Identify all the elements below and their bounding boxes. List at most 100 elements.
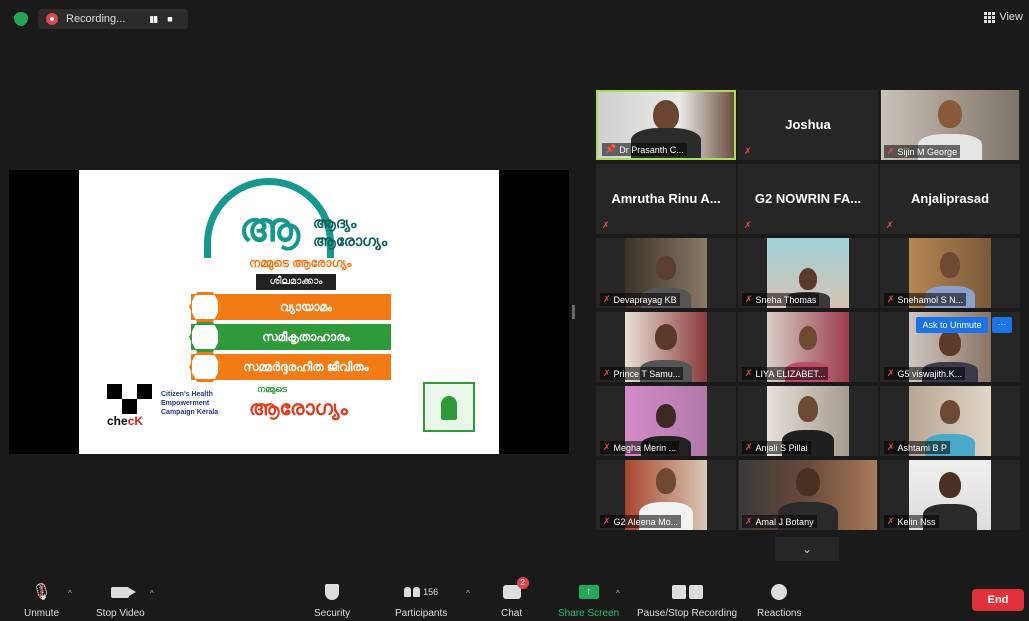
participant-name: ✗ Prince T Samu... (600, 367, 684, 380)
participant-name: G2 NOWRIN FA... (754, 191, 862, 206)
participant-name: ✗ Ashtami B P (884, 441, 951, 454)
participant-name: ✗ Devaprayag KB (600, 293, 680, 306)
logo-line-2: ആരോഗ്യം (313, 233, 388, 250)
security-shield-icon[interactable] (14, 12, 28, 26)
participant-tile[interactable]: Amrutha Rinu A... ✗ (596, 164, 736, 234)
participant-name: ✗ LIYA ELIZABET... (742, 367, 829, 380)
participant-name: ✗ Anjali S Pillai (742, 441, 811, 454)
pause-stop-recording-button[interactable]: Pause/Stop Recording (637, 581, 737, 619)
participant-name: Joshua (785, 117, 831, 132)
grid-view-icon (984, 11, 996, 23)
slide-bar-exercise: വ്യായാമം (189, 292, 391, 322)
view-button[interactable]: View (984, 11, 1023, 23)
participant-tile[interactable]: ✗ Prince T Samu... (596, 312, 736, 382)
diet-icon (189, 322, 221, 352)
participant-name: ✗ Amal J Botany (742, 515, 817, 528)
recording-label: Recording... (66, 13, 126, 25)
logo-line-1: ആദ്യം (313, 215, 357, 232)
shield-icon (325, 581, 340, 603)
mic-muted-icon: ✗ (602, 220, 610, 230)
participant-name: ✗ Kelin Nss (884, 515, 939, 528)
mic-muted-icon: ✗ (744, 220, 752, 230)
reactions-label: Reactions (757, 608, 802, 619)
more-options-button[interactable]: ··· (992, 317, 1012, 333)
participant-tile[interactable]: ✗ Anjali S Pillai (738, 386, 878, 456)
audio-options-caret[interactable]: ^ (68, 589, 72, 598)
share-screen-icon: ↑ (578, 581, 599, 603)
campaign-text: Citizen's Health Empowerment Campaign Ke… (161, 391, 219, 416)
participant-tile[interactable]: ✗ Ashtami B P (880, 386, 1020, 456)
pause-stop-icon (671, 581, 703, 603)
participant-name: ✗ G5 viswajith.K... (884, 367, 966, 380)
slide-bar-stress-free: സമ്മർദ്ദരഹിത ജീവിതം (189, 352, 391, 382)
share-screen-button[interactable]: ↑ Share Screen (558, 581, 619, 619)
participant-tile[interactable]: Joshua ✗ (738, 90, 878, 160)
stop-video-button[interactable]: Stop Video (96, 581, 145, 619)
participant-tile[interactable]: G2 NOWRIN FA... ✗ (738, 164, 878, 234)
unmute-label: Unmute (24, 608, 60, 619)
security-label: Security (314, 608, 351, 619)
participant-tile[interactable]: ✗ Snehamol S N... (880, 238, 1020, 308)
chat-label: Chat (501, 608, 523, 619)
presentation-slide: ആ ആദ്യം ആരോഗ്യം നമ്മുടെ ആരോഗ്യം ശീലമാക്ക… (79, 170, 499, 454)
participant-name: 📌 Dr Prasanth C... (602, 143, 687, 156)
participant-tile[interactable]: ✗ Megha Merin ... (596, 386, 736, 456)
ayush-logo (423, 382, 475, 432)
end-meeting-button[interactable]: End (972, 589, 1024, 611)
participants-count: 156 (423, 587, 439, 597)
participant-tile[interactable]: ✗ Sijin M George (880, 90, 1020, 160)
split-handle[interactable] (572, 305, 575, 319)
pause-recording-icon[interactable]: ▮▮ (149, 14, 158, 25)
participants-button[interactable]: 156 Participants (395, 581, 447, 619)
share-options-caret[interactable]: ^ (616, 589, 620, 598)
participant-tile[interactable]: Anjaliprasad ✗ (880, 164, 1020, 234)
smiley-icon (771, 581, 788, 603)
logo-letter: ആ (239, 206, 300, 250)
stress-free-icon (189, 352, 221, 382)
mic-muted-icon: 🎙︎ / (31, 581, 52, 602)
nammude-arogyam-logo: ആരോഗ്യം (249, 398, 348, 420)
slide-bar-label: സമീകൃതാഹാരം (262, 329, 350, 344)
slide-subtitle: നമ്മുടെ ആരോഗ്യം (249, 256, 352, 270)
zoom-meeting-window: Recording... ▮▮ ■ View ആ ആദ്യം ആരോഗ്യം ന… (0, 0, 1029, 621)
chevron-down-icon: ⌄ (801, 542, 813, 556)
participant-name: Anjaliprasad (910, 191, 990, 206)
participant-tile[interactable]: ✗ LIYA ELIZABET... (738, 312, 878, 382)
participants-icon: 156 (404, 581, 438, 603)
next-page-button[interactable]: ⌄ (775, 537, 839, 561)
pin-icon: 📌 (605, 144, 617, 154)
participant-name: ✗ Megha Merin ... (600, 441, 680, 454)
participant-tile[interactable]: ✗ G2 Aleena Mo... (596, 460, 736, 530)
participant-tile[interactable]: ✗ Devaprayag KB (596, 238, 736, 308)
slide-bar-label: സമ്മർദ്ദരഹിത ജീവിതം (243, 359, 369, 374)
mic-muted-icon: ✗ (886, 220, 894, 230)
participant-name: ✗ G2 Aleena Mo... (600, 515, 682, 528)
slide-bar-label: വ്യായാമം (279, 299, 333, 314)
exercise-icon (189, 292, 221, 322)
participant-name: ✗ Sijin M George (884, 145, 961, 158)
participant-tile[interactable]: ✗ Sneha Thomas (738, 238, 878, 308)
participant-name: ✗ Sneha Thomas (742, 293, 820, 306)
security-button[interactable]: Security (314, 581, 350, 619)
mic-muted-icon: ✗ (744, 146, 752, 156)
participants-options-caret[interactable]: ^ (466, 589, 470, 598)
pause-recording-label: Pause/Stop Recording (637, 608, 738, 619)
check-wordmark: checK (107, 414, 144, 428)
nammude-small: നമ്മുടെ (257, 384, 287, 394)
participant-tile[interactable]: ✗ Amal J Botany (738, 460, 878, 530)
chat-badge: 2 (516, 577, 529, 589)
stop-recording-icon[interactable]: ■ (167, 14, 173, 25)
video-options-caret[interactable]: ^ (150, 589, 154, 598)
stop-video-label: Stop Video (96, 608, 145, 619)
chat-button[interactable]: 2 Chat (501, 577, 529, 619)
recording-icon (46, 13, 58, 25)
shared-screen: ആ ആദ്യം ആരോഗ്യം നമ്മുടെ ആരോഗ്യം ശീലമാക്ക… (9, 170, 569, 454)
unmute-button[interactable]: 🎙︎ / Unmute (24, 581, 60, 620)
reactions-button[interactable]: Reactions (757, 581, 801, 619)
ask-to-unmute-button[interactable]: Ask to Unmute (916, 317, 988, 333)
participant-tile[interactable]: ✗ Kelin Nss (880, 460, 1020, 530)
recording-indicator: Recording... ▮▮ ■ (38, 9, 188, 29)
meeting-toolbar: 🎙︎ / Unmute ^ Stop Video ^ Security 156 P… (0, 575, 1029, 621)
camera-icon (111, 581, 137, 603)
participant-tile[interactable]: 📌 Dr Prasanth C... (596, 90, 736, 160)
